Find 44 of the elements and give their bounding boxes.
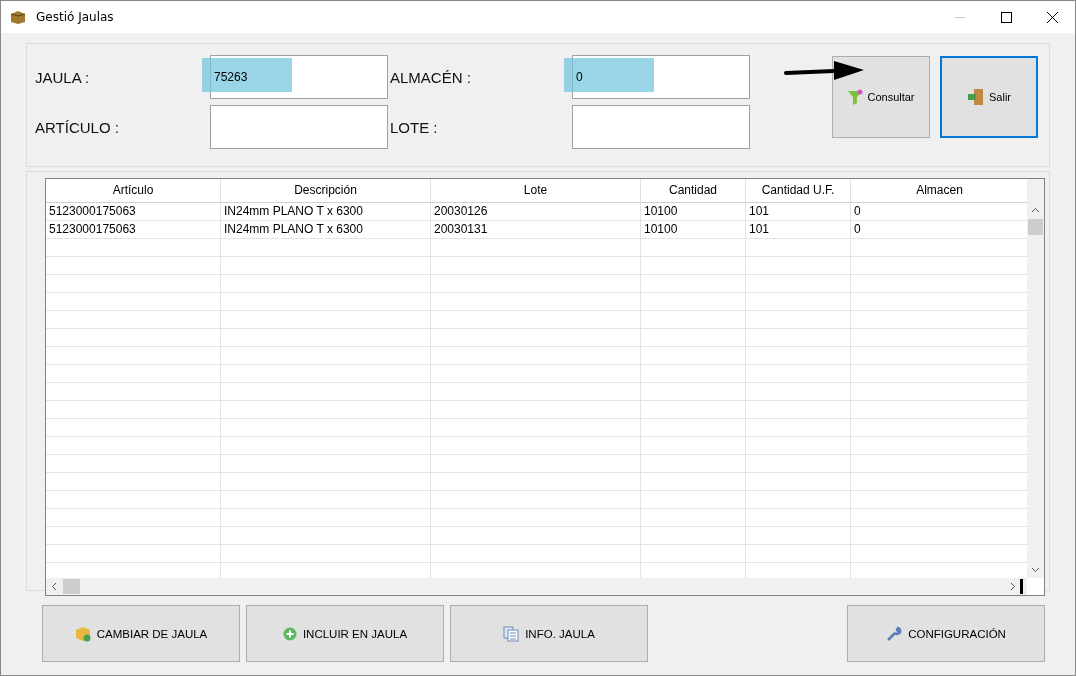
window-title: Gestió Jaulas [36,10,114,24]
action-button[interactable]: INFO. JAULA [450,605,648,662]
field-label: ARTÍCULO : [35,118,120,136]
table-cell: IN24mm PLANO T x 6300 [221,221,431,239]
table-cell: 20030126 [431,203,641,221]
table-cell: 5123000175063 [46,221,221,239]
action-button[interactable]: CONFIGURACIÓN [847,605,1045,662]
column-header[interactable]: Cantidad [641,179,746,203]
scroll-left-icon[interactable] [51,582,57,591]
table-cell: 10100 [641,221,746,239]
action-button[interactable]: Consultar [832,56,930,138]
scrollbar-edge-icon [1020,579,1023,594]
field-label: JAULA : [35,68,91,86]
table-cell: IN24mm PLANO T x 6300 [221,203,431,221]
table-cell: 101 [746,221,851,239]
column-header[interactable]: Artículo [46,179,221,203]
column-header[interactable]: Cantidad U.F. [746,179,851,203]
column-header[interactable]: Lote [431,179,641,203]
action-button[interactable]: CAMBIAR DE JAULA [42,605,240,662]
door-icon [967,88,985,106]
scrollbar-thumb[interactable] [1028,219,1043,235]
maximize-icon[interactable] [1000,11,1012,23]
table-cell: 101 [746,203,851,221]
table-cell: 20030131 [431,221,641,239]
scrollbar-thumb[interactable] [63,579,80,594]
field-label: LOTE : [390,118,439,136]
wrench-icon [886,625,903,642]
box-icon [10,10,26,24]
close-icon[interactable] [1046,11,1058,23]
scroll-right-icon[interactable] [1010,582,1016,591]
input-field[interactable] [572,105,750,149]
box-icon [74,625,91,642]
action-button[interactable]: Salir [940,56,1038,138]
table-cell: 5123000175063 [46,203,221,221]
plus-icon [282,626,297,641]
field-label: ALMACÉN : [390,68,472,86]
funnel-icon [847,89,864,105]
input-field[interactable] [210,105,388,149]
column-header[interactable]: Descripción [221,179,431,203]
table-cell: 10100 [641,203,746,221]
action-button[interactable]: INCLUIR EN JAULA [246,605,444,662]
scroll-up-icon[interactable] [1031,207,1040,213]
scroll-down-icon[interactable] [1031,567,1040,573]
document-icon [503,625,520,642]
